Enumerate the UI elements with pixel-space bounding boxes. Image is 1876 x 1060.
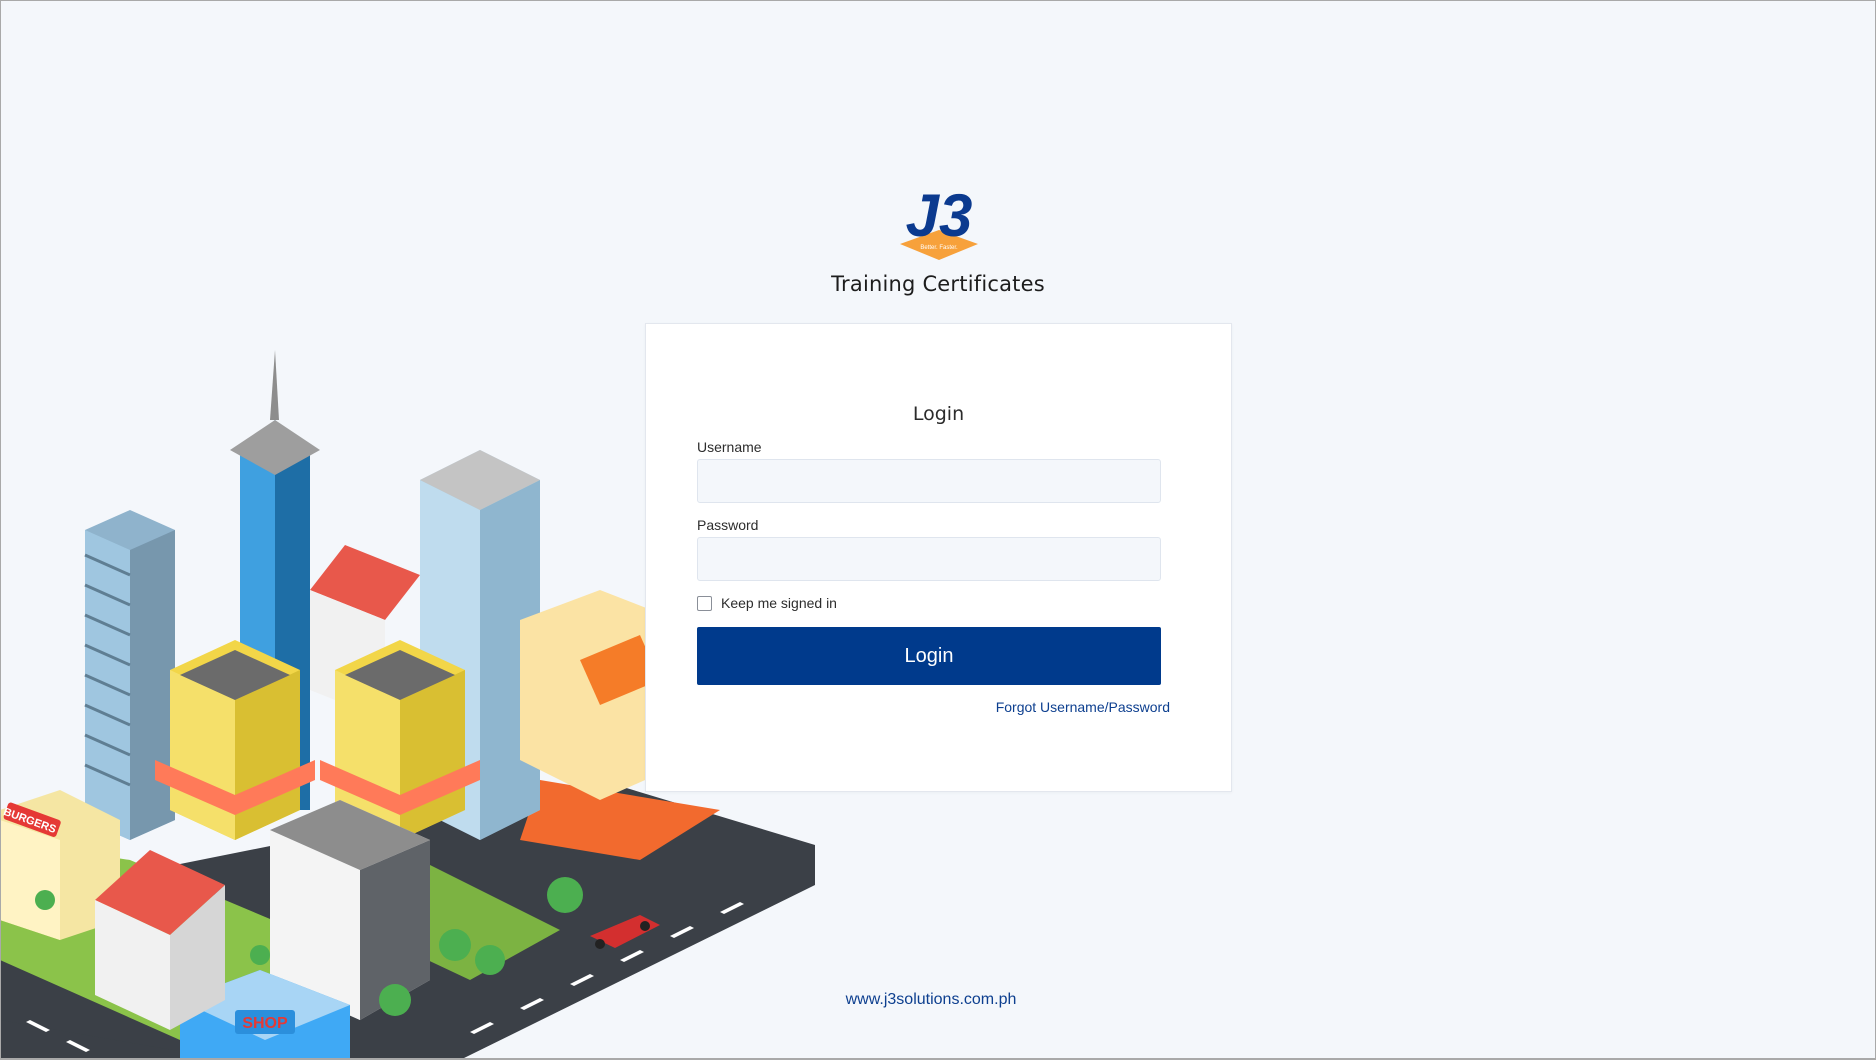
username-label: Username <box>697 439 762 455</box>
forgot-credentials-link[interactable]: Forgot Username/Password <box>996 699 1170 715</box>
keep-signed-in-checkbox[interactable] <box>697 595 712 611</box>
shop-sign: SHOP <box>242 1015 288 1032</box>
login-heading: Login <box>912 403 965 425</box>
company-logo-icon: Better. Faster. J3 <box>900 182 978 260</box>
username-input[interactable] <box>697 459 1161 503</box>
password-label: Password <box>697 517 759 533</box>
password-input[interactable] <box>697 537 1161 581</box>
website-link[interactable]: www.j3solutions.com.ph <box>0 991 1862 1009</box>
keep-signed-in-label[interactable]: Keep me signed in <box>721 595 837 611</box>
app-title: Training Certificates <box>831 272 1045 296</box>
login-card: Login Username Password Keep me signed i… <box>645 323 1232 792</box>
keep-signed-in-row[interactable]: Keep me signed in <box>697 595 837 611</box>
logo-text: J3 <box>906 182 973 249</box>
login-button[interactable]: Login <box>697 627 1161 685</box>
